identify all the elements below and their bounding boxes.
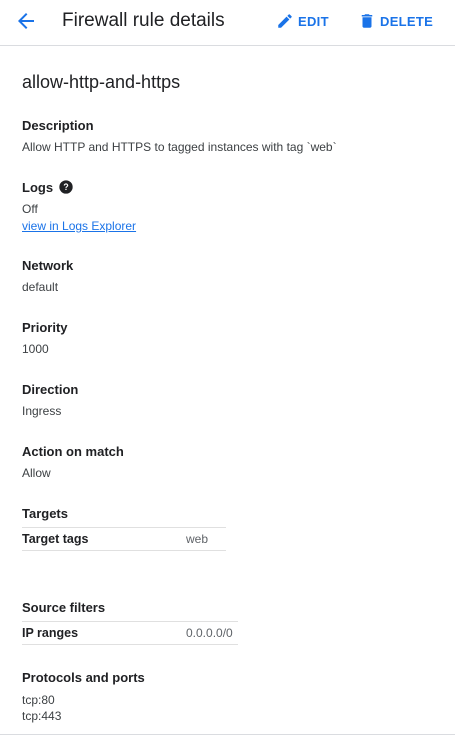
edit-button[interactable]: EDIT — [276, 12, 329, 30]
description-label: Description — [22, 118, 94, 133]
page-title: Firewall rule details — [62, 10, 225, 31]
ip-ranges-row: IP ranges 0.0.0.0/0 — [22, 621, 238, 645]
delete-button[interactable]: DELETE — [358, 12, 433, 30]
logs-value: Off — [22, 202, 38, 216]
help-circle-icon[interactable] — [58, 179, 74, 195]
top-app-bar: Firewall rule details EDIT DELETE — [0, 0, 455, 46]
delete-button-label: DELETE — [380, 13, 434, 29]
action-on-match-label: Action on match — [22, 444, 124, 459]
target-tags-row: Target tags web — [22, 527, 226, 551]
protocol-port-item: tcp:80 — [22, 693, 55, 707]
network-label: Network — [22, 258, 74, 273]
priority-value: 1000 — [22, 342, 49, 356]
description-value: Allow HTTP and HTTPS to tagged instances… — [22, 140, 337, 154]
ip-ranges-key: IP ranges — [22, 626, 79, 640]
logs-label: Logs — [22, 180, 54, 195]
rule-name-heading: allow-http-and-https — [22, 72, 181, 92]
arrow-back-icon — [18, 13, 34, 29]
protocols-and-ports-label: Protocols and ports — [22, 670, 145, 685]
logs-explorer-link[interactable]: view in Logs Explorer — [22, 218, 136, 234]
edit-button-label: EDIT — [298, 13, 329, 29]
direction-value: Ingress — [22, 404, 62, 418]
pencil-icon — [278, 14, 292, 28]
back-button[interactable] — [14, 9, 38, 33]
priority-label: Priority — [22, 320, 68, 335]
firewall-rule-details-page: Firewall rule details EDIT DELETE allow-… — [0, 0, 455, 737]
target-tags-key: Target tags — [22, 532, 89, 546]
direction-label: Direction — [22, 382, 79, 397]
source-filters-label: Source filters — [22, 600, 106, 615]
targets-label: Targets — [22, 506, 68, 521]
network-value: default — [22, 280, 59, 294]
protocol-port-item: tcp:443 — [22, 709, 62, 723]
help-glyph — [59, 180, 73, 194]
action-on-match-value: Allow — [22, 466, 51, 480]
target-tags-value: web — [186, 532, 209, 546]
ip-ranges-value: 0.0.0.0/0 — [186, 626, 233, 640]
trash-icon — [361, 14, 373, 28]
